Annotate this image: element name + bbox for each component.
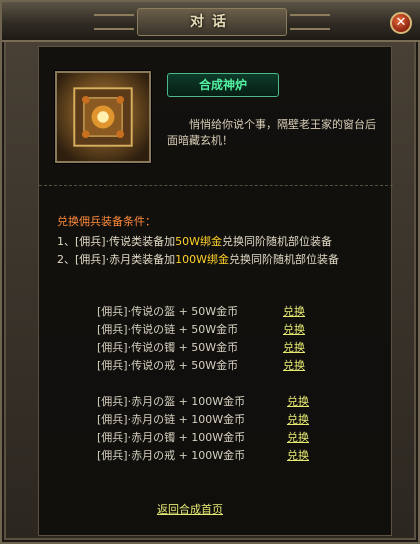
- dialog-content: 合成神炉 悄悄给你说个事，隔壁老王家的窗台后面暗藏玄机！ 兑换佣兵装备条件： 1…: [38, 46, 393, 536]
- title-ornament-left: [94, 14, 134, 30]
- exchange-row-legend-necklace: [佣兵]·传说の链 + 50W金币 兑换: [97, 321, 305, 337]
- title-ornament-right: [290, 14, 330, 30]
- npc-name: 合成神炉: [167, 73, 279, 97]
- exchange-row-legend-ring: [佣兵]·传说の戒 + 50W金币 兑换: [97, 357, 305, 373]
- exchange-row-moon-helmet: [佣兵]·赤月の盔 + 100W金币 兑换: [97, 393, 309, 409]
- close-icon: ✕: [395, 15, 407, 30]
- exchange-row-moon-bracelet: [佣兵]·赤月の镯 + 100W金币 兑换: [97, 429, 309, 445]
- back-to-synthesis-home-link[interactable]: 返回合成首页: [157, 501, 223, 517]
- exchange-row-moon-necklace: [佣兵]·赤月の链 + 100W金币 兑换: [97, 411, 309, 427]
- exchange-link[interactable]: 兑换: [283, 339, 305, 355]
- furnace-icon: [73, 87, 133, 147]
- exchange-link[interactable]: 兑换: [283, 303, 305, 319]
- title-bar: 对话 ✕: [2, 2, 420, 42]
- divider: [39, 185, 393, 186]
- conditions-title: 兑换佣兵装备条件：: [57, 215, 156, 228]
- exchange-row-legend-helmet: [佣兵]·传说の盔 + 50W金币 兑换: [97, 303, 305, 319]
- exchange-row-moon-ring: [佣兵]·赤月の戒 + 100W金币 兑换: [97, 447, 309, 463]
- dialog-frame: 对话 ✕ 合成神炉 悄悄给你说个事，隔壁老王家的窗台后面暗藏玄机！ 兑换佣兵装备…: [0, 0, 420, 544]
- condition-line: 1、[佣兵]·传说类装备加50W绑金兑换同阶随机部位装备: [57, 235, 332, 248]
- npc-portrait: [55, 71, 151, 163]
- exchange-link[interactable]: 兑换: [287, 447, 309, 463]
- exchange-link[interactable]: 兑换: [287, 393, 309, 409]
- npc-intro-text: 悄悄给你说个事，隔壁老王家的窗台后面暗藏玄机！: [167, 118, 376, 147]
- exchange-link[interactable]: 兑换: [287, 411, 309, 427]
- close-button[interactable]: ✕: [390, 12, 412, 34]
- exchange-link[interactable]: 兑换: [287, 429, 309, 445]
- condition-line: 2、[佣兵]·赤月类装备加100W绑金兑换同阶随机部位装备: [57, 253, 339, 266]
- exchange-link[interactable]: 兑换: [283, 321, 305, 337]
- exchange-link[interactable]: 兑换: [283, 357, 305, 373]
- dialog-title: 对话: [137, 8, 287, 36]
- exchange-row-legend-bracelet: [佣兵]·传说の镯 + 50W金币 兑换: [97, 339, 305, 355]
